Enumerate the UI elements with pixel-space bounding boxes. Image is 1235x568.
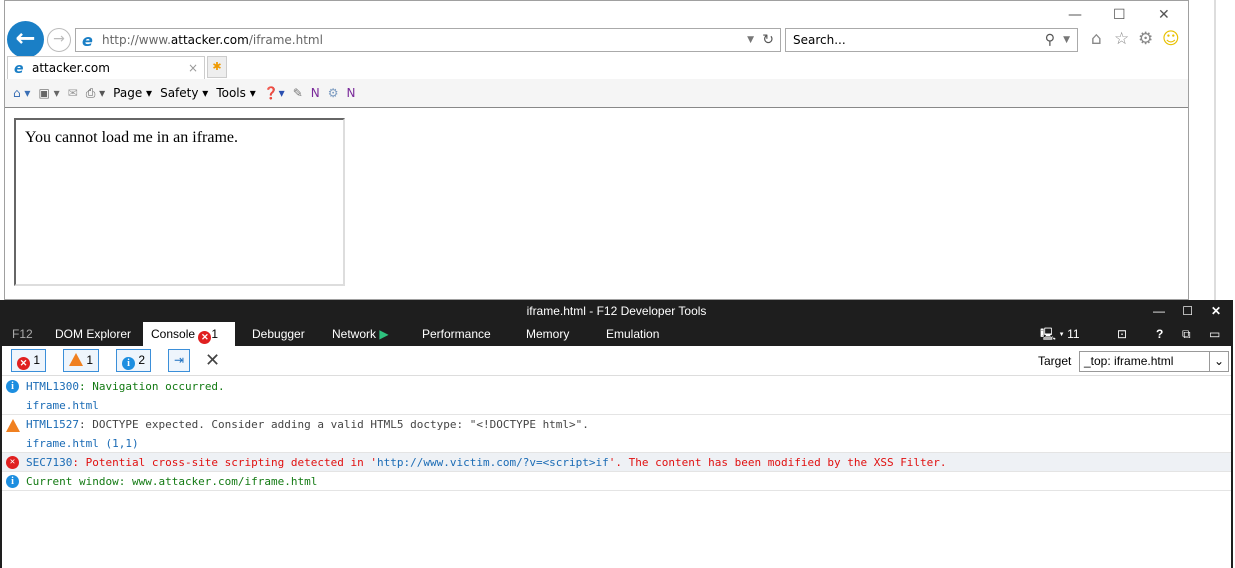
info-icon: i xyxy=(6,475,19,488)
new-tab-button[interactable]: ✱ xyxy=(207,56,227,78)
address-dropdown-icon[interactable]: ▼ xyxy=(747,29,754,51)
warning-icon xyxy=(69,353,83,366)
error-icon: ✕ xyxy=(17,357,30,370)
console-message: i Current window: www.attacker.com/ifram… xyxy=(2,472,1231,491)
command-bar: ⌂ ▾ ▣ ▾ ✉ ⎙ ▾ Page ▾ Safety ▾ Tools ▾ ❓▾… xyxy=(5,79,1188,108)
filter-errors-button[interactable]: ✕ 1 xyxy=(11,349,47,372)
settings-gear-icon[interactable]: ⚙ xyxy=(328,86,339,100)
page-menu[interactable]: Page ▾ xyxy=(113,86,152,100)
console-message: HTML1527: DOCTYPE expected. Consider add… xyxy=(2,415,1231,453)
info-icon: i xyxy=(6,380,19,393)
refresh-icon[interactable]: ↻ xyxy=(762,29,774,51)
undock-icon[interactable]: ⧉ xyxy=(1182,322,1191,346)
help-icon[interactable]: ? xyxy=(1156,322,1163,346)
url-domain: attacker.com xyxy=(170,33,249,47)
onenote-send-icon[interactable]: N xyxy=(311,86,320,100)
tab-emulation[interactable]: Emulation xyxy=(606,322,659,346)
favorites-star-icon[interactable]: ☆ xyxy=(1114,29,1129,49)
devtools-title-bar: iframe.html - F12 Developer Tools — ☐ ✕ xyxy=(2,300,1231,322)
devtools-close-button[interactable]: ✕ xyxy=(1211,300,1221,322)
back-button[interactable]: ← xyxy=(7,21,44,58)
mail-icon[interactable]: ✉ xyxy=(68,86,78,100)
tab-dom-explorer[interactable]: DOM Explorer xyxy=(55,322,131,346)
help-icon[interactable]: ❓▾ xyxy=(264,86,285,100)
search-placeholder: Search... xyxy=(793,33,846,47)
tab-title: attacker.com xyxy=(32,61,110,75)
browser-window: — ☐ ✕ ← → e http://www.attacker.com/ifra… xyxy=(4,0,1189,300)
document-mode-selector[interactable]: 🖳 ▾ 11 xyxy=(1040,322,1080,346)
tab-f12[interactable]: F12 xyxy=(12,322,33,346)
target-select[interactable]: _top: iframe.html ⌄ xyxy=(1079,351,1229,372)
close-button[interactable]: ✕ xyxy=(1158,7,1170,23)
record-play-icon: ▶ xyxy=(379,327,389,341)
url-prefix: http://www. xyxy=(102,33,171,47)
target-label: Target xyxy=(1038,354,1072,368)
address-bar[interactable]: e http://www.attacker.com/iframe.html ▼ … xyxy=(75,28,781,52)
forward-button[interactable]: → xyxy=(47,28,71,52)
clear-console-icon[interactable]: ✕ xyxy=(205,350,220,371)
research-icon[interactable]: ✎ xyxy=(293,86,303,100)
browser-tab[interactable]: e attacker.com × xyxy=(7,56,205,79)
dock-bottom-icon[interactable]: ▭ xyxy=(1209,322,1220,346)
home-icon[interactable]: ⌂ ▾ xyxy=(13,86,30,100)
tab-debugger[interactable]: Debugger xyxy=(252,322,305,346)
tools-menu[interactable]: Tools ▾ xyxy=(216,86,255,100)
message-source-link[interactable]: iframe.html (1,1) xyxy=(26,437,139,450)
gear-icon[interactable]: ⚙ xyxy=(1138,29,1153,49)
smiley-feedback-icon[interactable]: ☺ xyxy=(1162,29,1180,49)
safety-menu[interactable]: Safety ▾ xyxy=(160,86,208,100)
url-path: /iframe.html xyxy=(248,33,323,47)
search-icon[interactable]: ⚲ xyxy=(1045,29,1055,51)
devtools-minimize-button[interactable]: — xyxy=(1153,300,1165,322)
search-dropdown-icon[interactable]: ▼ xyxy=(1063,29,1070,51)
home-icon[interactable]: ⌂ xyxy=(1091,29,1102,49)
filter-info-button[interactable]: i 2 xyxy=(116,349,152,372)
minimize-button[interactable]: — xyxy=(1068,7,1082,23)
devtools-maximize-button[interactable]: ☐ xyxy=(1182,300,1193,322)
ie-logo-icon: e xyxy=(14,61,24,77)
feeds-icon[interactable]: ▣ ▾ xyxy=(38,86,59,100)
ie-logo-icon: e xyxy=(82,31,93,50)
background-page-edge xyxy=(1214,0,1216,300)
devtools-title: iframe.html - F12 Developer Tools xyxy=(526,304,707,318)
divider xyxy=(2,375,1231,376)
error-icon: ✕ xyxy=(198,331,212,344)
tab-network[interactable]: Network ▶ xyxy=(332,322,389,346)
info-icon: i xyxy=(122,357,135,370)
devtools-panel: iframe.html - F12 Developer Tools — ☐ ✕ … xyxy=(0,300,1233,568)
maximize-button[interactable]: ☐ xyxy=(1113,7,1126,23)
chevron-down-icon: ⌄ xyxy=(1209,352,1228,371)
warning-icon xyxy=(6,419,20,432)
iframe-text: You cannot load me in an iframe. xyxy=(25,129,238,146)
search-input[interactable]: Search... ⚲ ▼ xyxy=(785,28,1078,52)
print-icon[interactable]: ⎙ ▾ xyxy=(86,86,105,101)
devtools-tabs: F12 DOM Explorer Console ✕ 1 Debugger Net… xyxy=(2,322,1231,346)
error-icon: ✕ xyxy=(6,456,19,469)
tab-console[interactable]: Console ✕ 1 xyxy=(143,322,235,346)
console-message: i HTML1300: Navigation occurred. iframe.… xyxy=(2,377,1231,415)
onenote-link-icon[interactable]: N xyxy=(347,86,356,100)
console-error-count: 1 xyxy=(211,327,219,341)
tab-performance[interactable]: Performance xyxy=(422,322,491,346)
tab-close-icon[interactable]: × xyxy=(188,57,198,79)
message-source-link[interactable]: iframe.html xyxy=(26,399,99,412)
tab-memory[interactable]: Memory xyxy=(526,322,569,346)
filter-warnings-button[interactable]: 1 xyxy=(63,349,100,372)
console-message: ✕ SEC7130: Potential cross-site scriptin… xyxy=(2,453,1231,472)
iframe-box: You cannot load me in an iframe. xyxy=(14,118,345,286)
clear-on-navigate-button[interactable]: ⇥ xyxy=(168,349,191,372)
console-prompt-icon[interactable]: ⊡ xyxy=(1117,322,1127,346)
